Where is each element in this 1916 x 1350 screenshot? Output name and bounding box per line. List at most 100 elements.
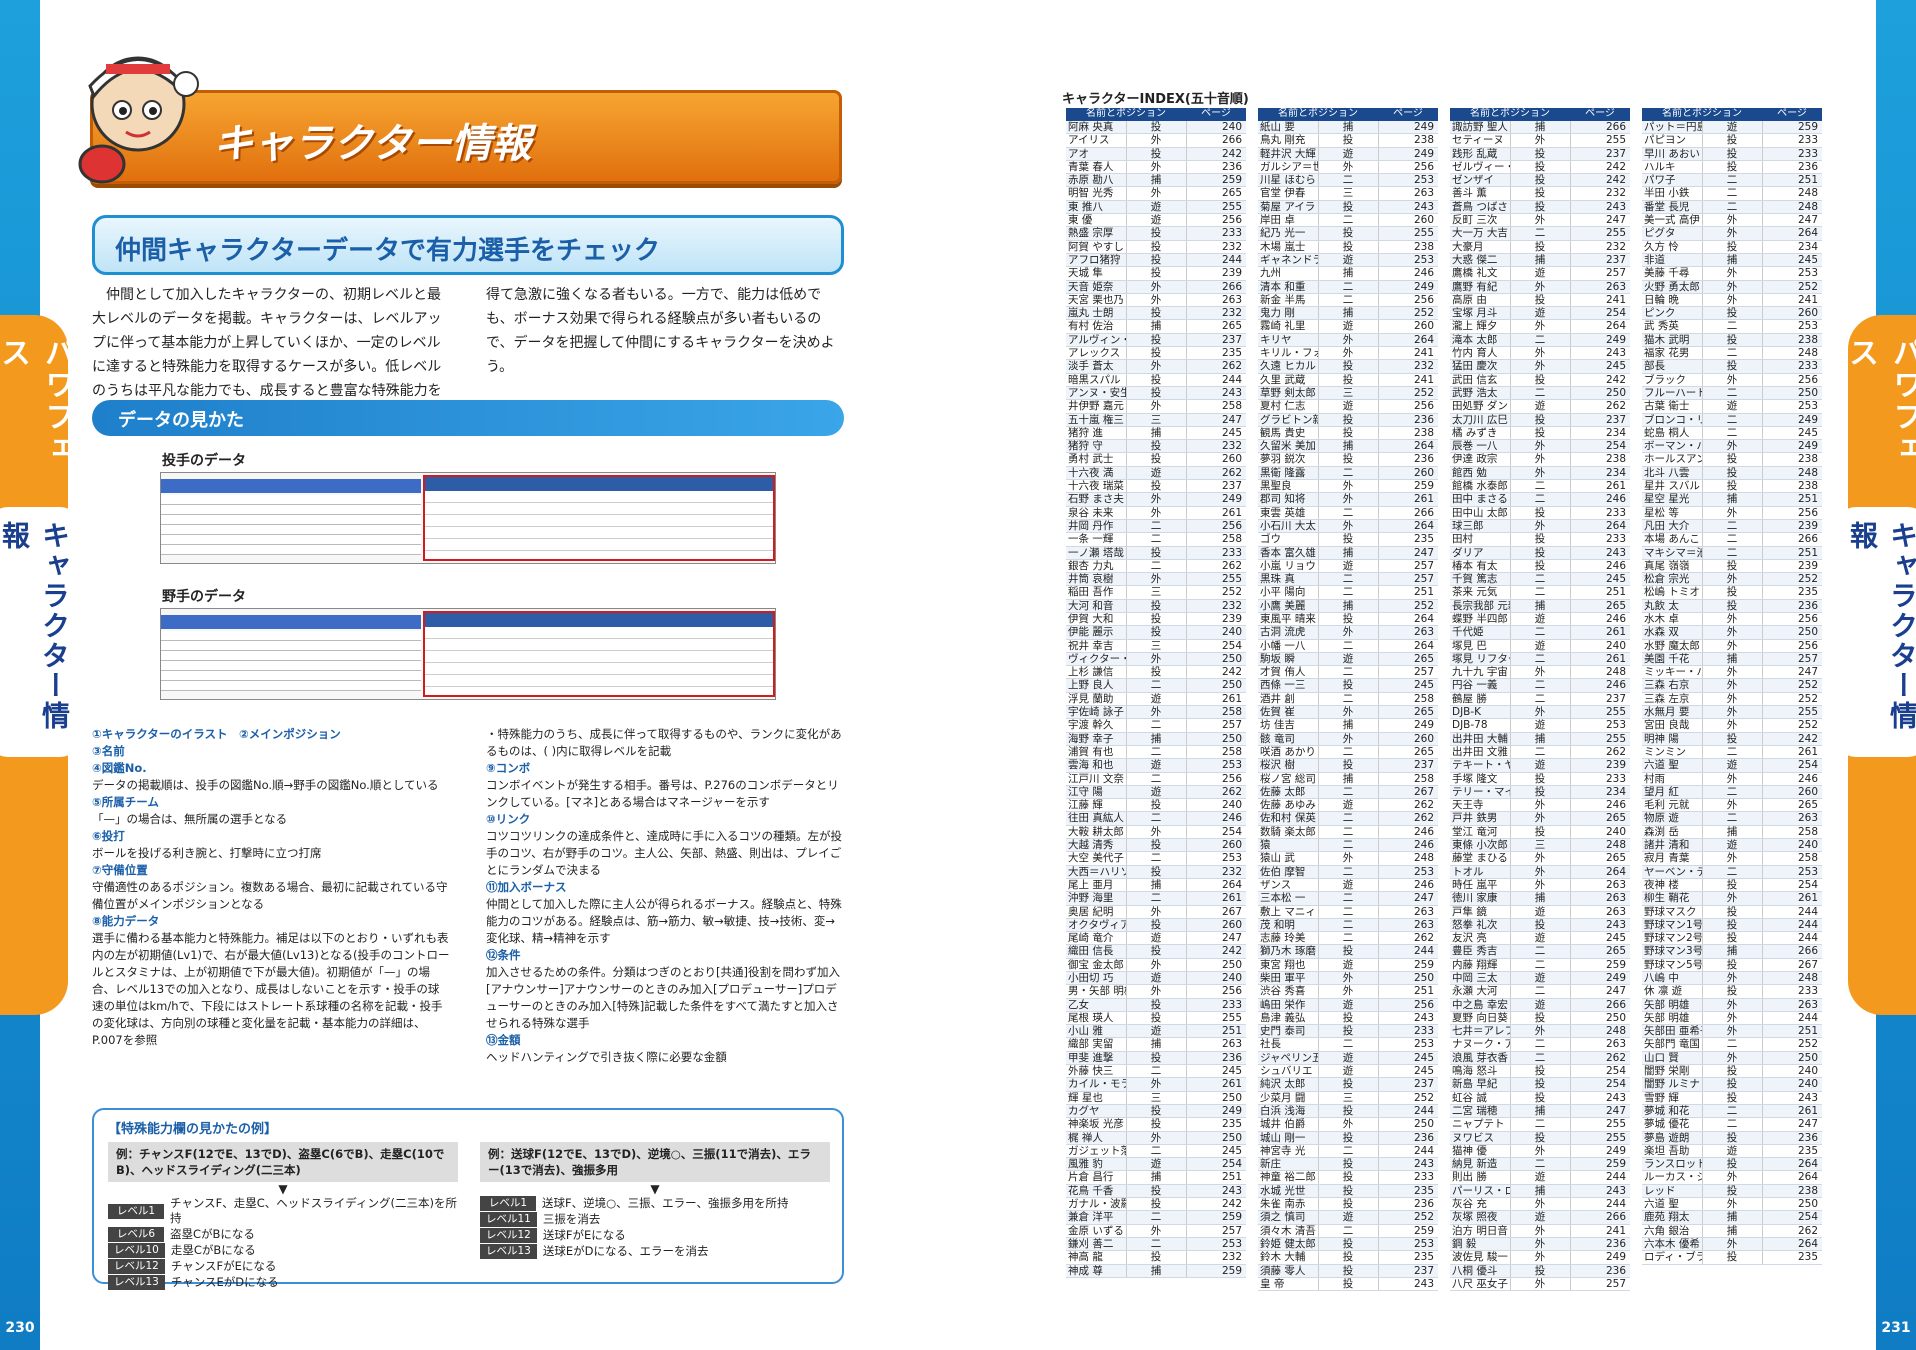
table-row: 夜神 楼投 254 [1642,878,1822,893]
index-header-name: 名前とポジション [1258,108,1378,121]
character-page: 245 [1377,678,1438,693]
character-name: 寂月 青葉 [1642,851,1702,866]
character-name: パット＝円島 [1642,121,1702,135]
character-position: 投 [1317,200,1378,215]
character-position: 投 [1509,240,1570,254]
table-row: 休 凛 遊投 233 [1642,984,1822,999]
character-name: ガジェット落合 [1066,1144,1126,1159]
table-row: 徳川 家康捕 263 [1450,891,1630,906]
index-header-name: 名前とポジション [1066,108,1186,121]
table-row: 善斗 薫投 232 [1450,186,1630,201]
legend-heading: ⑧能力データ [92,914,160,928]
table-row: 郡司 知将外 261 [1258,492,1438,507]
character-name: 暗黒スパル [1066,373,1126,387]
table-row: 望月 紅二 260 [1642,785,1822,800]
character-page: 243 [1185,386,1246,401]
character-name: ガルシア＝世良 [1258,160,1318,175]
character-page: 266 [1185,280,1246,294]
table-row: アルヴィン・ロックハート投237 [1066,333,1246,348]
character-page: 251 [1569,585,1630,600]
character-page: 260 [1377,213,1438,228]
table-row: 紙山 要捕 249 [1258,121,1438,135]
table-row: 夢城 優花二 247 [1642,1117,1822,1132]
level-tag: レベル13 [108,1275,165,1290]
character-page: 245 [1569,572,1630,587]
level-tag: レベル6 [108,1227,164,1242]
character-page: 248 [1569,1024,1630,1039]
legend-heading: ⑦守備位置 [92,863,148,877]
character-page: 247 [1761,213,1822,228]
character-position: 投 [1125,798,1186,813]
character-position: 二 [1509,944,1570,959]
character-name: 奥居 紀明 [1066,905,1126,919]
character-page: 264 [1569,865,1630,879]
character-page: 267 [1761,958,1822,973]
table-row: 九州捕 246 [1258,266,1438,281]
character-page: 252 [1761,572,1822,587]
character-page: 243 [1377,1157,1438,1172]
character-position: 遊 [1317,1210,1378,1225]
character-position: 投 [1317,1024,1378,1039]
table-row: 神楽坂 光彦投 235 [1066,1117,1246,1132]
fielder-sample-card [160,608,776,700]
character-name: 菊屋 アイラ [1258,200,1318,215]
character-position: 二 [1125,718,1186,733]
character-page: 263 [1761,811,1822,826]
character-position: 二 [1317,838,1378,853]
character-page: 260 [1377,732,1438,746]
character-page: 250 [1185,958,1246,973]
character-name: 桜ノ宮 総司 [1258,772,1318,786]
table-row: 堂江 竜河投 240 [1450,825,1630,840]
character-page: 246 [1569,559,1630,574]
character-name: 高原 由 [1450,293,1510,308]
character-position: 二 [1509,984,1570,999]
character-name: 兼倉 洋平 [1066,1210,1126,1225]
character-position: 二 [1317,811,1378,826]
character-page: 239 [1185,612,1246,627]
character-page: 248 [1761,971,1822,986]
character-page: 232 [1377,359,1438,374]
character-name: 水野 魔太郎 [1642,639,1702,653]
character-page: 245 [1185,1064,1246,1079]
character-name: ホールスアン4世 [1642,452,1702,467]
character-page: 249 [1185,492,1246,507]
character-page: 237 [1569,253,1630,268]
character-name: 井筒 哀樹 [1066,572,1126,587]
character-page: 244 [1377,1144,1438,1159]
table-row: 紀乃 光一投 255 [1258,226,1438,241]
character-page: 237 [1377,1077,1438,1092]
character-name: セティーヌ [1450,133,1510,148]
character-page: 243 [1185,1184,1246,1199]
table-row: 伊賀 大和投 239 [1066,612,1246,627]
character-page: 261 [1569,479,1630,494]
character-page: 240 [1185,121,1246,135]
character-name: 史門 泰司 [1258,1024,1318,1039]
table-row: 茂 和明二 263 [1258,918,1438,933]
character-name: 十六夜 瑞菜 [1066,479,1126,494]
table-row: 水木 卓外 256 [1642,612,1822,627]
character-page: 255 [1185,200,1246,215]
character-name: 輝 星也 [1066,1091,1126,1105]
character-page: 251 [1377,585,1438,600]
table-row: 渋谷 秀喜外 251 [1258,984,1438,999]
character-position: 二 [1509,226,1570,241]
character-position: 外 [1317,851,1378,866]
character-name: 六道 聖 [1642,758,1702,773]
character-page: 264 [1761,1237,1822,1252]
character-page: 263 [1569,891,1630,906]
character-position: 投 [1701,160,1762,175]
table-row: 鬼力 剛捕 252 [1258,306,1438,321]
character-name: 花鳥 千香 [1066,1184,1126,1199]
table-row: 宇佐崎 詠子外 258 [1066,705,1246,720]
table-row: 小平 陽向二 251 [1258,585,1438,600]
character-page: 266 [1377,506,1438,520]
character-name: 千賀 篤志 [1450,572,1510,587]
character-name: 鈴姫 健太郎 [1258,1237,1318,1252]
character-page: 232 [1569,186,1630,201]
table-row: 花鳥 千香投 243 [1066,1184,1246,1199]
character-position: 投 [1317,413,1378,427]
character-name: 矢部 明雄 [1642,1011,1702,1026]
character-position: 三 [1509,838,1570,853]
table-row: 瀧上 輝夕外 264 [1450,319,1630,334]
table-row: パット＝円島遊 259 [1642,121,1822,135]
